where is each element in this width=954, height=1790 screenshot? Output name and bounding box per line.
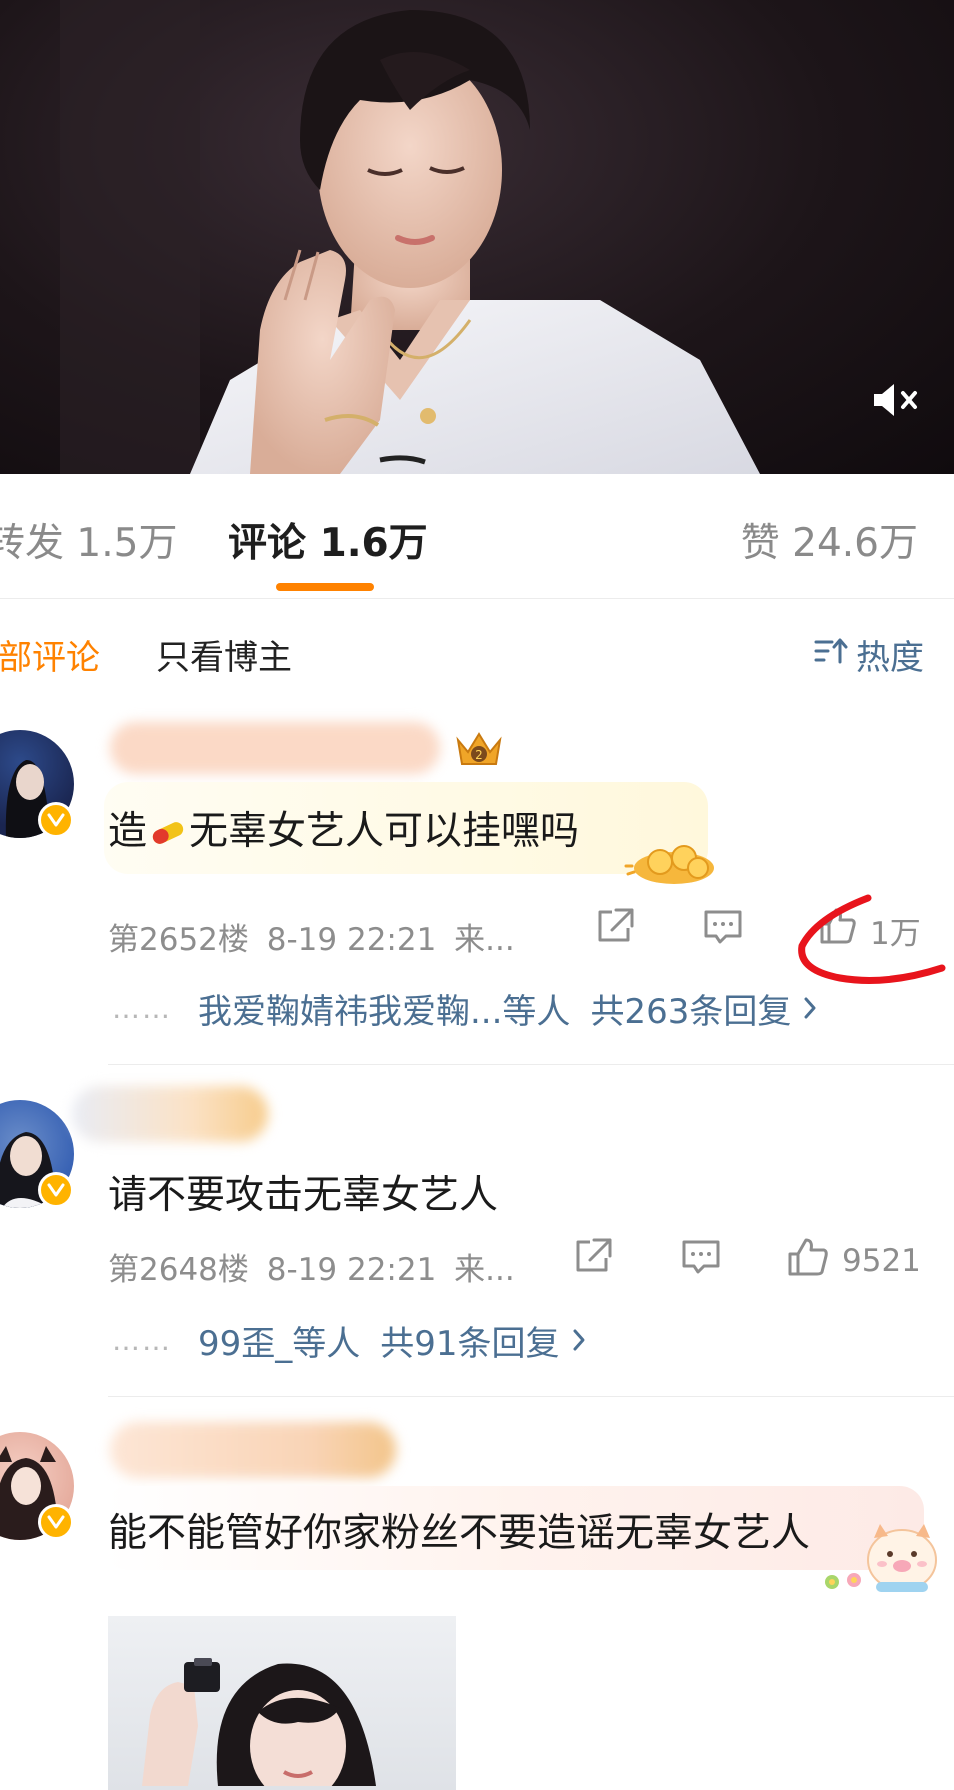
comment-floor: 第2652楼 <box>108 922 249 958</box>
comment-floor: 第2648楼 <box>108 1252 249 1288</box>
verified-badge-icon <box>38 1504 74 1540</box>
comment-source: 来... <box>454 1252 515 1288</box>
divider <box>108 1064 954 1065</box>
comment-item: 2 造 无辜女艺人可以挂嘿吗 第2652楼 8-19 22:21 来... 1万… <box>0 702 954 1066</box>
comment-meta: 第2648楼 8-19 22:21 来... <box>108 1244 515 1289</box>
reply-count: 共263条回复 <box>590 992 792 1032</box>
comment-item: 能不能管好你家粉丝不要造谣无辜女艺人 <box>0 1398 954 1790</box>
thumbs-up-icon <box>786 1236 830 1286</box>
mute-button[interactable] <box>868 380 926 424</box>
tab-comments[interactable]: 评论 1.6万 <box>228 512 428 568</box>
view-replies-link[interactable]: 共91条回复 <box>380 1316 585 1365</box>
reply-count: 共91条回复 <box>380 1324 560 1364</box>
like-count: 9521 <box>842 1243 921 1279</box>
chevron-right-icon <box>572 1321 586 1361</box>
pill-emoji-icon <box>149 811 187 856</box>
active-tab-indicator <box>276 583 374 591</box>
username-blurred[interactable] <box>72 1086 268 1142</box>
video-frame-image <box>60 0 760 474</box>
divider <box>108 1396 954 1397</box>
tab-likes-count: 24.6万 <box>792 521 918 566</box>
share-button[interactable] <box>572 1236 614 1284</box>
share-icon <box>572 1236 614 1284</box>
comment-text: 请不要攻击无辜女艺人 <box>108 1173 499 1218</box>
comment-text: 能不能管好你家粉丝不要造谣无辜女艺人 <box>108 1511 811 1556</box>
like-button[interactable]: 9521 <box>786 1236 921 1286</box>
tab-repost[interactable]: 转发 1.5万 <box>0 512 177 568</box>
tab-bar: 转发 1.5万 评论 1.6万 赞 24.6万 <box>0 474 954 599</box>
tab-repost-count: 1.5万 <box>76 521 178 566</box>
comment-icon <box>702 908 744 954</box>
comment-text-part: 造 <box>108 809 148 854</box>
share-button[interactable] <box>594 906 636 954</box>
reply-users[interactable]: 99歪_等人 <box>198 1316 360 1365</box>
reply-button[interactable] <box>680 1238 722 1284</box>
reply-button[interactable] <box>702 908 744 954</box>
reply-users[interactable]: 我爱鞠婧祎我爱鞠...等人 <box>198 984 570 1033</box>
pig-sticker-icon <box>818 1516 942 1600</box>
comment-text-part: 无辜女艺人可以挂嘿吗 <box>189 809 580 854</box>
verified-badge-icon <box>38 1172 74 1208</box>
filter-all-comments[interactable]: 全部评论 <box>0 630 100 679</box>
comment-time: 8-19 22:21 <box>266 1252 437 1288</box>
sort-icon <box>814 635 850 675</box>
tab-likes-label: 赞 <box>740 521 780 566</box>
comment-meta: 第2652楼 8-19 22:21 来... <box>108 914 515 959</box>
reply-summary: …… 我爱鞠婧祎我爱鞠...等人 共263条回复 <box>112 984 817 1033</box>
tab-repost-label: 转发 <box>0 521 65 566</box>
fan-crown-badge-icon: 2 <box>452 726 506 774</box>
chevron-right-icon <box>803 989 817 1029</box>
gold-coins-decoration-icon <box>622 834 726 890</box>
sort-by-heat-button[interactable]: 热度 <box>814 630 924 679</box>
like-button[interactable]: 1万 <box>818 906 921 954</box>
svg-text:2: 2 <box>475 748 483 762</box>
comment-image[interactable] <box>108 1616 456 1790</box>
like-count: 1万 <box>870 915 921 952</box>
share-icon <box>594 906 636 954</box>
comment-text: 造 无辜女艺人可以挂嘿吗 <box>108 800 579 856</box>
tab-comments-label: 评论 <box>228 521 307 566</box>
username-blurred[interactable] <box>110 722 440 774</box>
reply-dots: …… <box>112 992 172 1025</box>
filter-owner-only[interactable]: 只看博主 <box>156 630 292 679</box>
verified-badge-icon <box>38 802 74 838</box>
tab-likes[interactable]: 赞 24.6万 <box>741 512 918 568</box>
speaker-muted-icon <box>870 380 924 424</box>
view-replies-link[interactable]: 共263条回复 <box>590 984 817 1033</box>
comment-source: 来... <box>454 922 515 958</box>
comment-icon <box>680 1238 722 1284</box>
comment-time: 8-19 22:21 <box>266 922 437 958</box>
reply-summary: …… 99歪_等人 共91条回复 <box>112 1316 586 1365</box>
tab-comments-count: 1.6万 <box>319 521 428 566</box>
thumbs-up-icon <box>818 906 858 954</box>
sort-label: 热度 <box>856 638 924 678</box>
comment-item: 请不要攻击无辜女艺人 第2648楼 8-19 22:21 来... 9521 …… <box>0 1066 954 1398</box>
comment-filter-bar: 全部评论 只看博主 热度 <box>0 598 954 702</box>
reply-dots: …… <box>112 1324 172 1357</box>
username-blurred[interactable] <box>110 1422 396 1478</box>
video-player[interactable] <box>0 0 954 474</box>
